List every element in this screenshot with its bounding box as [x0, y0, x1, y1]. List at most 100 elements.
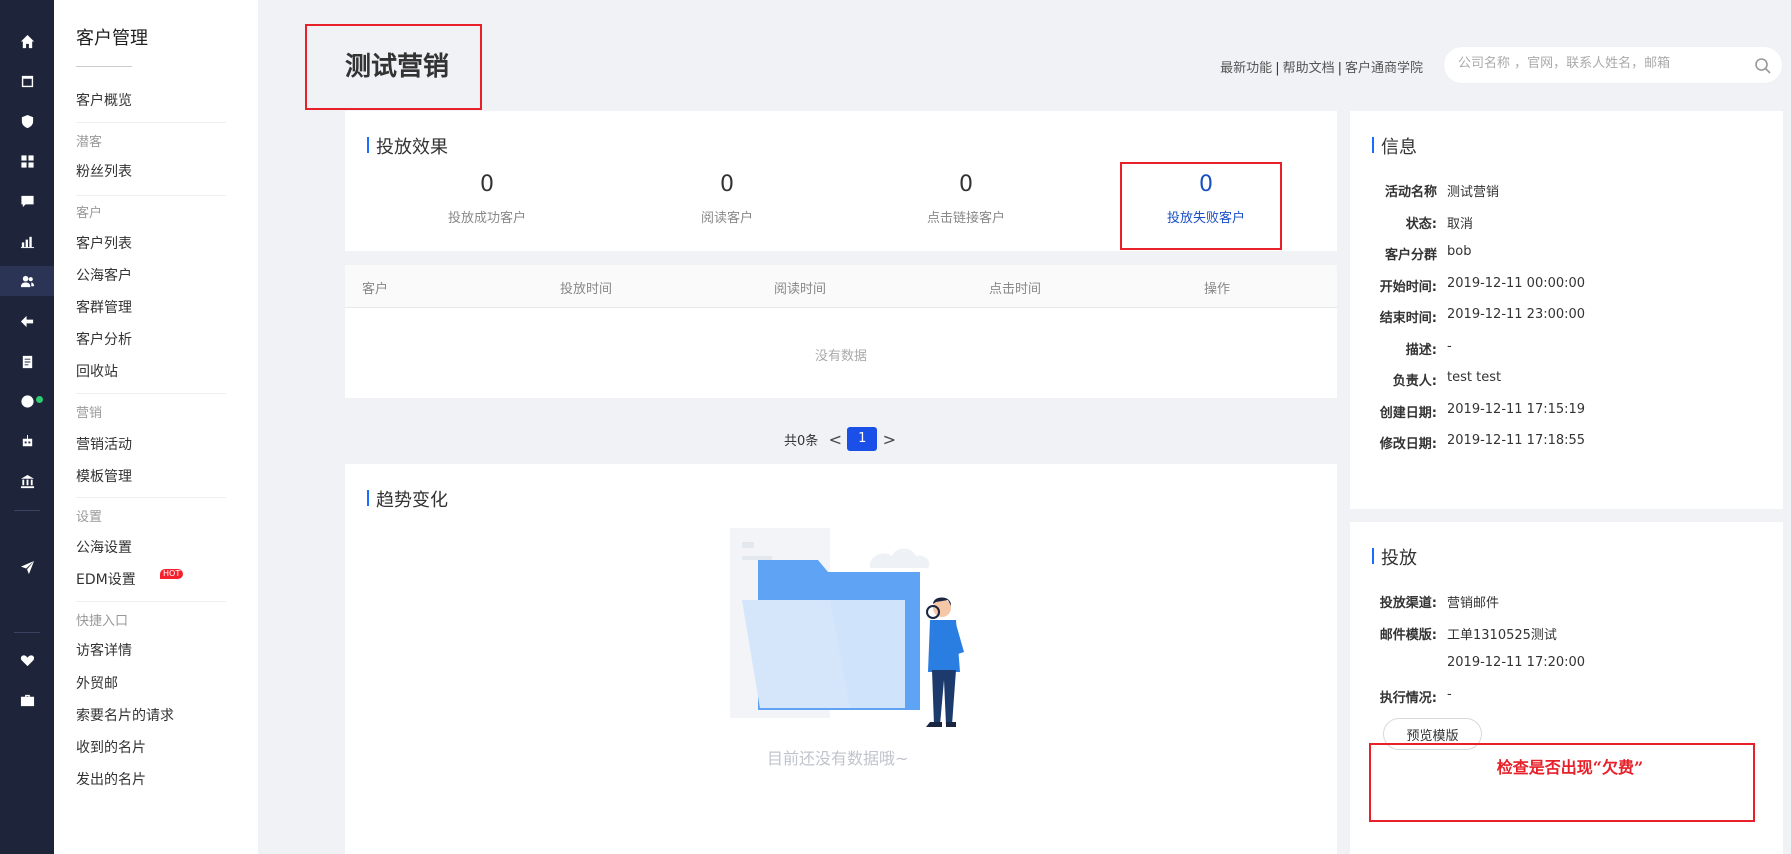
effect-panel-title: 投放效果	[367, 133, 448, 159]
table-empty-text: 没有数据	[814, 349, 867, 364]
nav-item[interactable]: 收到的名片	[76, 737, 146, 757]
metric-label: 投放成功客户	[447, 211, 526, 226]
info-key-wrap: 描述:	[1372, 339, 1437, 358]
column-header-send-time[interactable]: 投放时间	[560, 278, 612, 297]
info-key: 结束时间:	[1379, 311, 1437, 326]
pagination-total: 共0条	[784, 433, 819, 449]
metric-success[interactable]: 0 投放成功客户	[387, 172, 587, 226]
globe-icon[interactable]	[0, 386, 54, 416]
delivery-panel-title: 投放	[1372, 544, 1417, 570]
info-key-wrap: 创建日期:	[1372, 402, 1437, 421]
metric-value: 0	[480, 172, 494, 197]
bar-chart-icon[interactable]	[0, 226, 54, 256]
info-value: test test	[1447, 370, 1502, 385]
icon-rail	[0, 0, 54, 854]
nav-item[interactable]: 营销活动	[76, 434, 132, 454]
users-icon[interactable]	[0, 266, 54, 296]
rail-divider	[14, 510, 40, 511]
search-box	[1443, 46, 1783, 84]
info-key: 开始时间:	[1379, 279, 1437, 295]
info-key-wrap: 结束时间:	[1372, 307, 1437, 326]
empty-state-illustration	[730, 528, 964, 727]
nav-item[interactable]: 回收站	[76, 361, 118, 381]
info-value: -	[1447, 338, 1452, 354]
hot-badge: HOT	[160, 569, 184, 579]
column-header-customer[interactable]: 客户	[362, 278, 388, 297]
nav-title-underline	[76, 66, 132, 67]
nav-item[interactable]: 粉丝列表	[76, 161, 132, 181]
info-key-wrap: 客户分群	[1372, 244, 1437, 263]
home-icon[interactable]	[0, 26, 54, 56]
search-input[interactable]	[1458, 56, 1738, 71]
table-header: 客户 投放时间 阅读时间 点击时间 操作	[345, 265, 1337, 308]
metric-read[interactable]: 0 阅读客户	[627, 172, 827, 226]
secondary-nav: 客户管理 客户概览 潜客 粉丝列表 客户 客户列表 公海客户 客群管理 客户分析 回收站 营销 营销…	[54, 0, 258, 854]
nav-item[interactable]: 客户分析	[76, 329, 132, 349]
share-icon[interactable]	[0, 306, 54, 336]
metric-value: 0	[959, 172, 973, 197]
clipboard-icon[interactable]	[0, 346, 54, 376]
send-icon[interactable]	[0, 552, 54, 582]
nav-divider	[76, 195, 226, 196]
info-value: 营销邮件	[1447, 596, 1500, 611]
nav-group-label: 设置	[76, 510, 103, 525]
nav-item[interactable]: EDM设置 HOT	[76, 569, 184, 589]
pagination-page-button[interactable]: 1	[847, 427, 878, 451]
link-new-features[interactable]: 最新功能	[1220, 61, 1272, 76]
nav-item[interactable]: 客户列表	[76, 233, 132, 253]
trend-empty-text: 目前还没有数据哦~	[767, 749, 909, 768]
link-help-docs[interactable]: 帮助文档	[1283, 61, 1335, 76]
pagination: 共0条 < 1 >	[784, 427, 898, 451]
nav-item[interactable]: 客群管理	[76, 297, 132, 317]
trend-panel-title: 趋势变化	[367, 486, 448, 512]
nav-item[interactable]: 发出的名片	[76, 769, 146, 789]
shield-icon[interactable]	[0, 106, 54, 136]
nav-divider	[76, 497, 226, 498]
apps-icon[interactable]	[0, 146, 54, 176]
column-header-click-time[interactable]: 点击时间	[989, 278, 1041, 297]
nav-group-label: 快捷入口	[76, 614, 129, 629]
info-value: 2019-12-11 00:00:00	[1447, 275, 1586, 291]
info-key-wrap: 开始时间:	[1372, 276, 1437, 295]
annotation-note: 检查是否出现“欠费”	[1496, 758, 1644, 777]
nav-item[interactable]: 公海客户	[76, 265, 132, 285]
nav-divider	[76, 393, 226, 394]
info-value: bob	[1447, 244, 1472, 259]
nav-item[interactable]: 索要名片的请求	[76, 705, 174, 725]
metric-click[interactable]: 0 点击链接客户	[866, 172, 1066, 226]
info-key-wrap	[1372, 655, 1437, 673]
nav-item[interactable]: 公海设置	[76, 537, 132, 557]
info-key-wrap: 邮件模版:	[1372, 624, 1437, 643]
info-key: 活动名称	[1384, 185, 1437, 200]
link-academy[interactable]: 客户通商学院	[1345, 61, 1423, 76]
nav-item[interactable]: 外贸邮	[76, 673, 118, 693]
info-key: 描述:	[1405, 342, 1437, 358]
table-body: 没有数据	[345, 308, 1337, 398]
info-key-wrap: 负责人:	[1372, 370, 1437, 389]
nav-group-label: 营销	[76, 406, 103, 421]
briefcase-icon[interactable]	[0, 685, 54, 715]
heart-icon[interactable]	[0, 645, 54, 675]
column-header-actions[interactable]: 操作	[1204, 278, 1230, 297]
nav-section-title: 客户管理	[76, 28, 148, 49]
column-header-read-time[interactable]: 阅读时间	[774, 278, 826, 297]
info-key-wrap: 状态:	[1372, 213, 1437, 232]
pagination-next-button[interactable]: >	[880, 430, 898, 449]
rail-divider	[14, 632, 40, 633]
search-icon[interactable]	[1754, 57, 1772, 75]
inbox-icon[interactable]	[0, 66, 54, 96]
robot-icon[interactable]	[0, 426, 54, 456]
info-value: 取消	[1447, 216, 1474, 232]
info-key: 修改日期:	[1379, 437, 1437, 452]
nav-item[interactable]: 模板管理	[76, 466, 132, 486]
metric-label: 阅读客户	[700, 211, 753, 226]
info-key-wrap: 活动名称	[1372, 181, 1437, 200]
chat-icon[interactable]	[0, 186, 54, 216]
info-value: 工单1310525测试	[1447, 627, 1557, 643]
nav-item[interactable]: 客户概览	[76, 90, 132, 110]
nav-item[interactable]: 访客详情	[76, 640, 132, 660]
bank-icon[interactable]	[0, 466, 54, 496]
info-key-wrap: 投放渠道:	[1372, 592, 1437, 611]
pagination-prev-button[interactable]: <	[826, 430, 844, 449]
info-value: 2019-12-11 17:18:55	[1447, 433, 1586, 448]
